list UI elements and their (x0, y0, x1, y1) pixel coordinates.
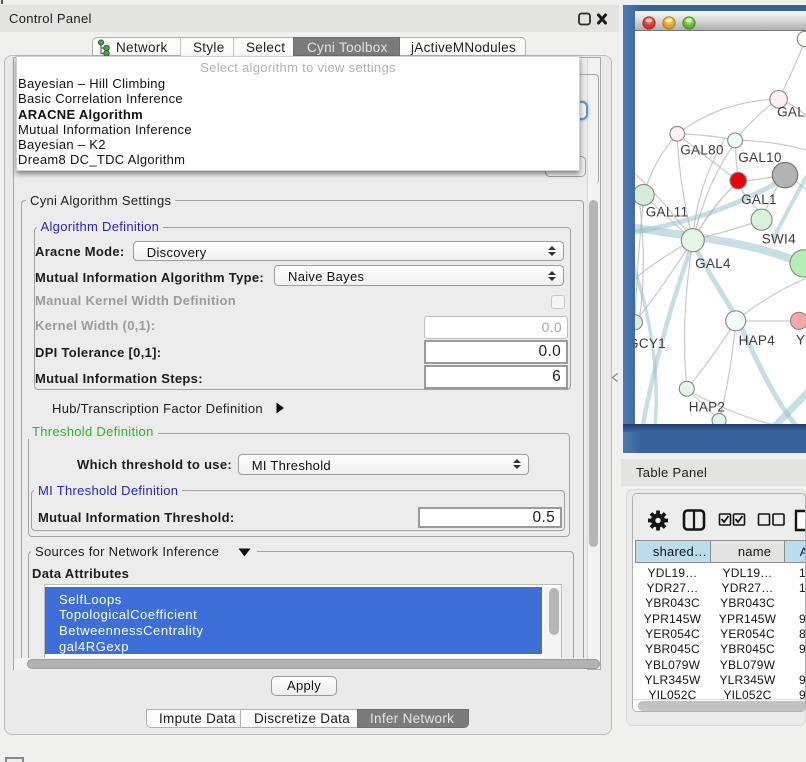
svg-text:HAP2: HAP2 (689, 399, 725, 414)
svg-text:GAL4: GAL4 (695, 256, 731, 271)
svg-text:GAL11: GAL11 (646, 204, 689, 219)
svg-text:GCY1: GCY1 (635, 336, 666, 351)
svg-text:GAL10: GAL10 (738, 150, 782, 165)
svg-text:HAP4: HAP4 (739, 333, 776, 348)
svg-text:GAL2: GAL2 (777, 104, 806, 119)
svg-text:GAL1: GAL1 (741, 192, 777, 207)
svg-text:SWI4: SWI4 (762, 232, 796, 247)
svg-text:GAL80: GAL80 (680, 143, 724, 158)
svg-text:Y: Y (796, 332, 805, 347)
